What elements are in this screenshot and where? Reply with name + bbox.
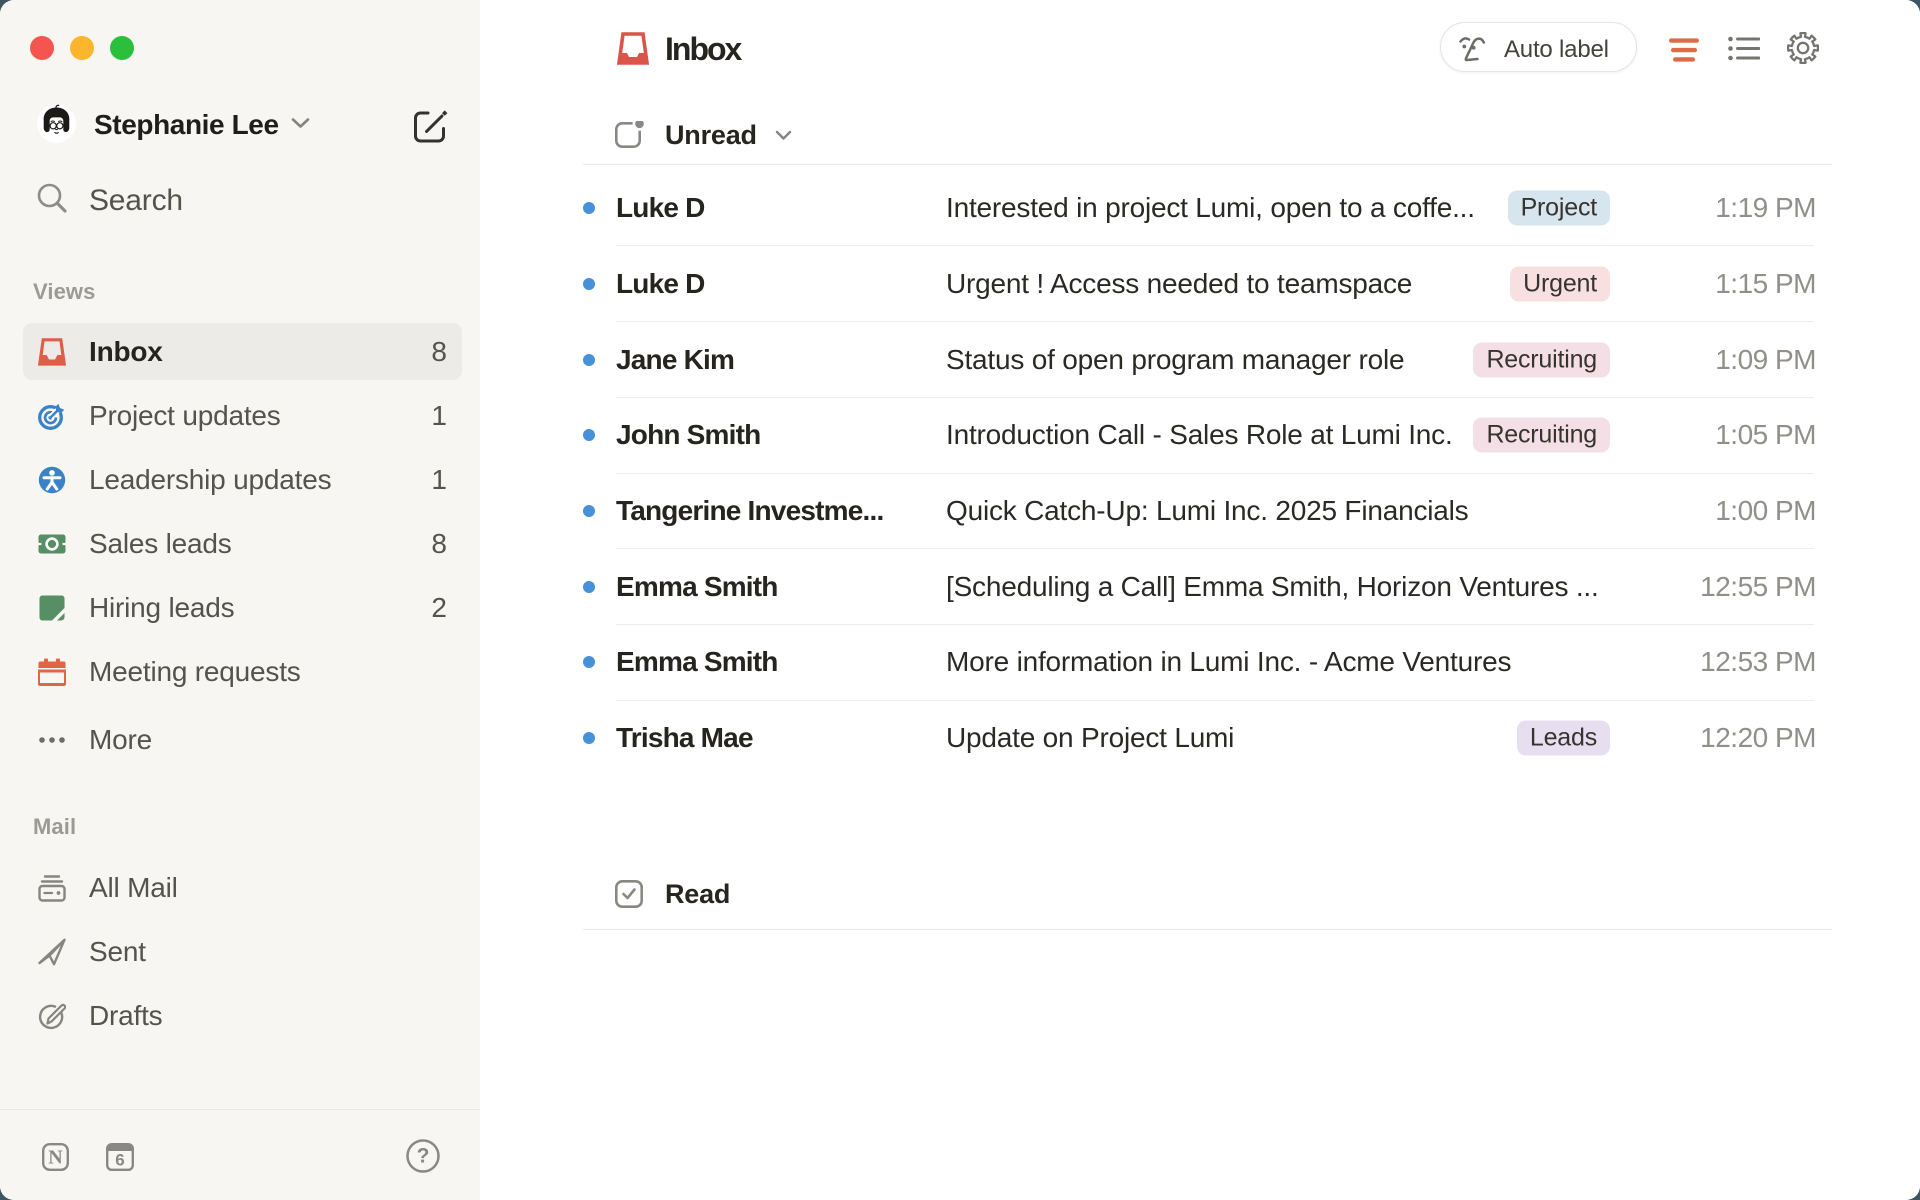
svg-text:N: N: [48, 1147, 63, 1169]
svg-text:6: 6: [115, 1151, 124, 1170]
svg-text:?: ?: [417, 1145, 430, 1168]
